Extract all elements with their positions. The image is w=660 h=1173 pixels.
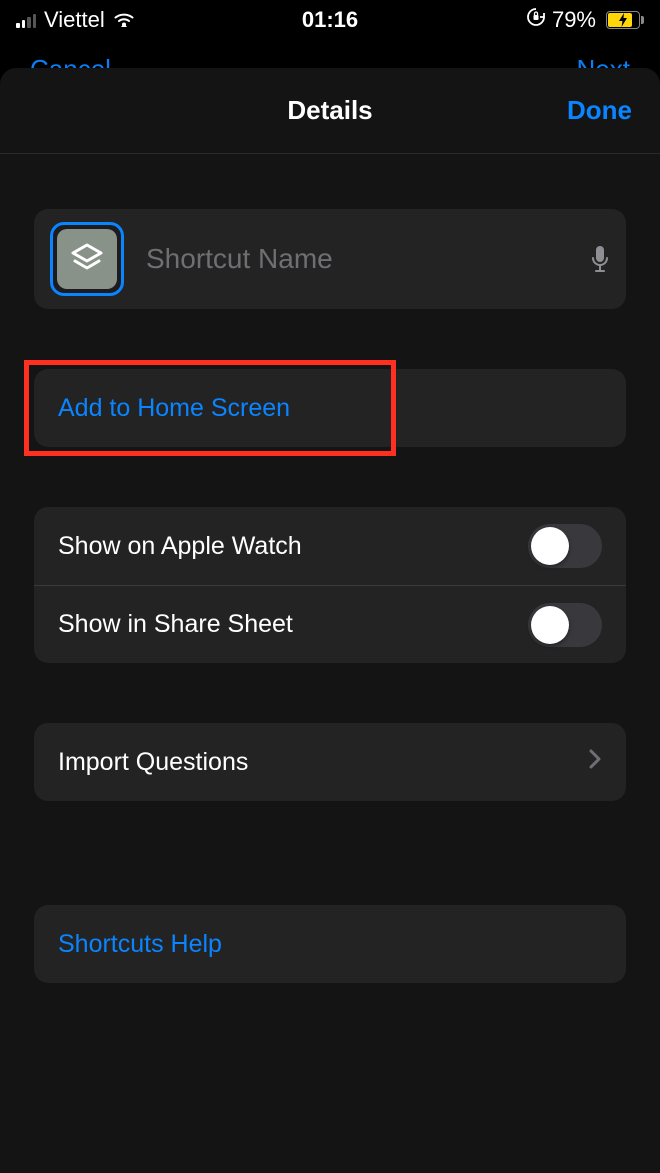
show-on-watch-label: Show on Apple Watch: [58, 532, 302, 561]
done-button[interactable]: Done: [567, 68, 632, 153]
shortcut-name-input[interactable]: [144, 242, 570, 276]
show-on-watch-row: Show on Apple Watch: [34, 507, 626, 585]
show-on-watch-toggle[interactable]: [528, 524, 602, 568]
shortcut-name-row: [34, 209, 626, 309]
battery-icon: [602, 11, 644, 29]
details-sheet: Details Done: [0, 68, 660, 1173]
sheet-title: Details: [287, 95, 372, 126]
chevron-right-icon: [588, 748, 602, 777]
add-to-home-group: Add to Home Screen: [34, 369, 626, 447]
show-in-share-row: Show in Share Sheet: [34, 585, 626, 663]
import-group: Import Questions: [34, 723, 626, 801]
shortcuts-help-button[interactable]: Shortcuts Help: [34, 905, 626, 983]
sheet-nav: Details Done: [0, 68, 660, 154]
clock: 01:16: [0, 7, 660, 33]
shortcut-name-group: [34, 209, 626, 309]
status-bar: Viettel 01:16 79%: [0, 0, 660, 40]
visibility-group: Show on Apple Watch Show in Share Sheet: [34, 507, 626, 663]
import-questions-label: Import Questions: [58, 748, 248, 777]
shortcuts-help-label: Shortcuts Help: [58, 930, 222, 959]
help-group: Shortcuts Help: [34, 905, 626, 983]
shortcut-icon-button[interactable]: [50, 222, 124, 296]
shortcut-glyph-icon: [57, 229, 117, 289]
show-in-share-label: Show in Share Sheet: [58, 610, 293, 639]
add-to-home-label: Add to Home Screen: [58, 394, 290, 423]
import-questions-button[interactable]: Import Questions: [34, 723, 626, 801]
add-to-home-screen-button[interactable]: Add to Home Screen: [34, 369, 626, 447]
dictate-button[interactable]: [590, 244, 610, 274]
show-in-share-toggle[interactable]: [528, 603, 602, 647]
